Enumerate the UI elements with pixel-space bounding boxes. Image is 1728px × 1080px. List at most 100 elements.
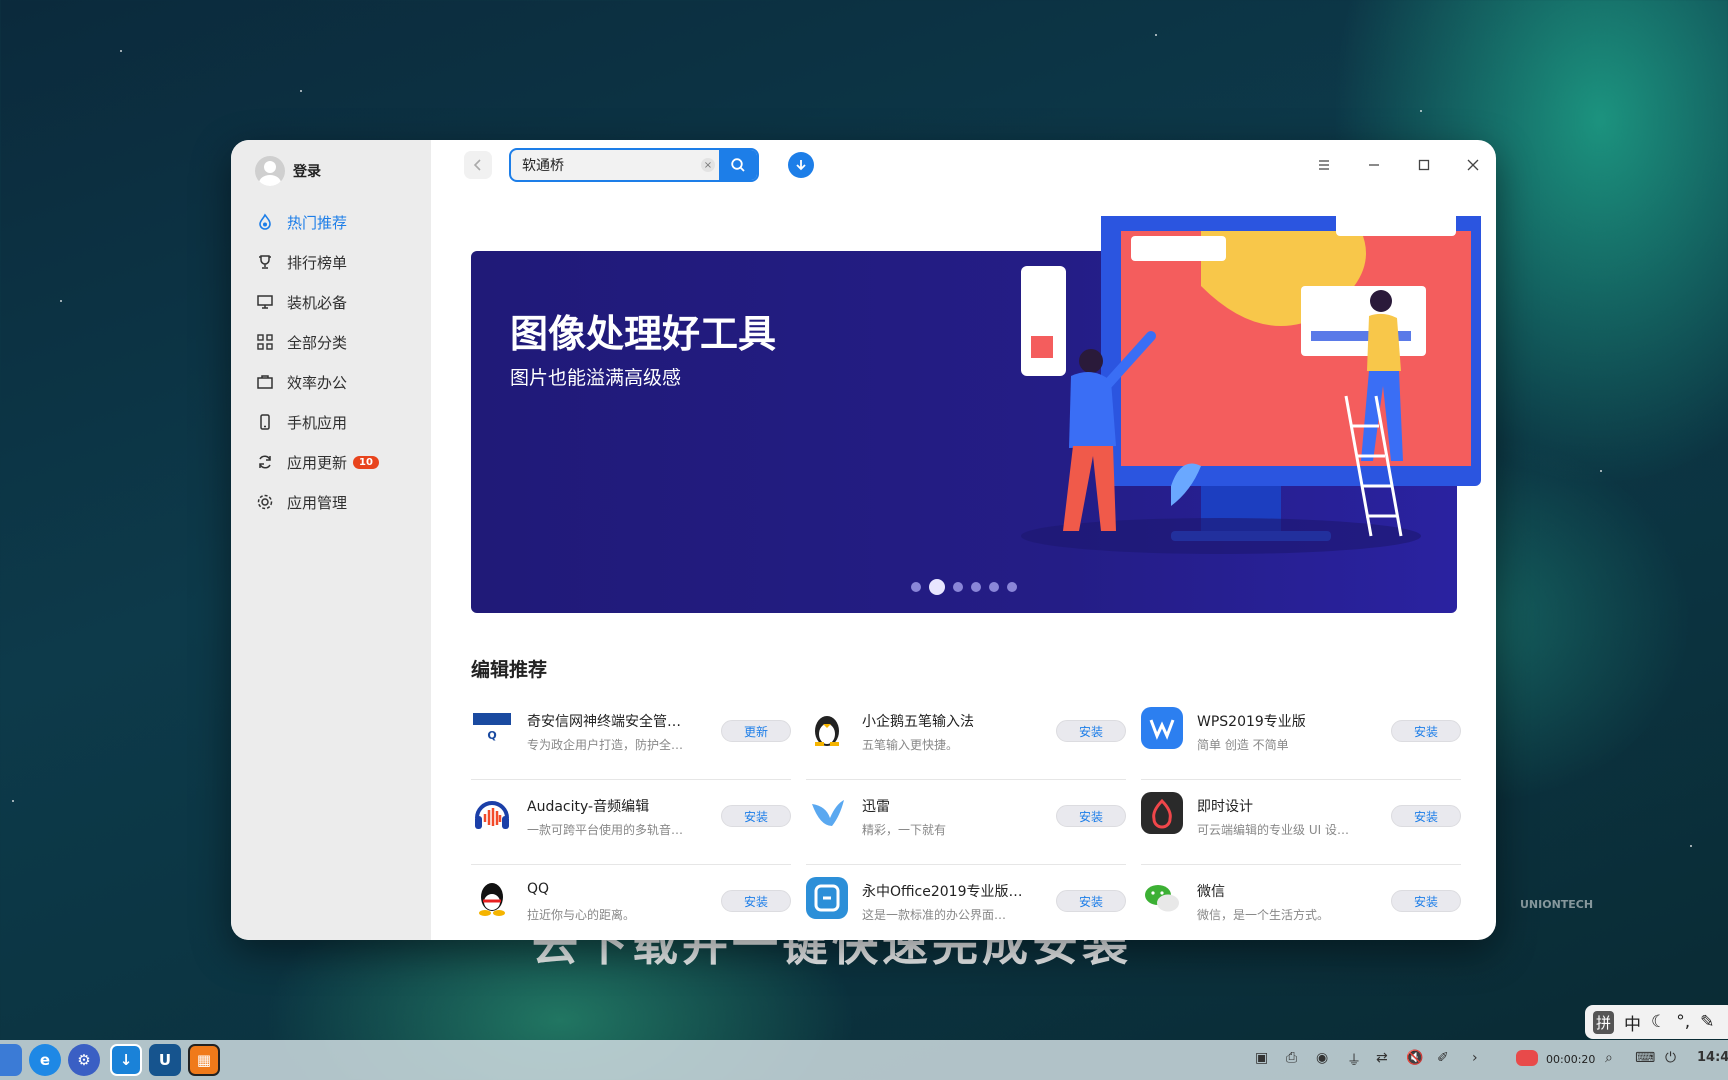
minimize-button[interactable] bbox=[1361, 152, 1387, 178]
install-button[interactable]: 安装 bbox=[1056, 720, 1126, 742]
moon-icon[interactable]: ☾ bbox=[1651, 1012, 1666, 1032]
maximize-button[interactable] bbox=[1411, 152, 1437, 178]
sidebar: 登录 热门推荐 排行榜单 装机必备 全部分类 效率办公 手机应用 应用更新 10… bbox=[231, 140, 431, 940]
app-card[interactable]: Q 奇安信网神终端安全管… 专为政企用户打造，防护全… 更新 bbox=[471, 695, 791, 780]
yozo-office-icon bbox=[806, 877, 848, 919]
monitor-icon bbox=[255, 292, 275, 312]
search-box: × bbox=[509, 148, 759, 182]
ime-pinyin-button[interactable]: 拼 bbox=[1593, 1010, 1615, 1034]
mute-icon[interactable]: 🔇 bbox=[1406, 1050, 1423, 1066]
recording-indicator[interactable] bbox=[1516, 1050, 1538, 1066]
grid-icon bbox=[255, 332, 275, 352]
menu-icon bbox=[1319, 160, 1329, 170]
app-name: WPS2019专业版 bbox=[1197, 714, 1306, 730]
launcher-icon[interactable] bbox=[0, 1044, 22, 1076]
app-desc: 简单 创造 不简单 bbox=[1197, 738, 1289, 752]
power-icon[interactable]: ⏻ bbox=[1665, 1050, 1676, 1066]
app-card[interactable]: 迅雷 精彩，一下就有 安装 bbox=[806, 780, 1126, 865]
settings-icon[interactable]: ⚙ bbox=[68, 1044, 100, 1076]
sidebar-item-categories[interactable]: 全部分类 bbox=[255, 322, 379, 362]
banner-dot[interactable] bbox=[971, 582, 981, 592]
punctuation-icon[interactable]: °, bbox=[1676, 1012, 1690, 1032]
banner-dot[interactable] bbox=[1007, 582, 1017, 592]
sidebar-item-updates[interactable]: 应用更新 10 bbox=[255, 442, 379, 482]
sidebar-item-essentials[interactable]: 装机必备 bbox=[255, 282, 379, 322]
app-desc: 微信，是一个生活方式。 bbox=[1197, 908, 1330, 922]
sidebar-item-label: 全部分类 bbox=[287, 333, 348, 352]
app-name: 奇安信网神终端安全管… bbox=[527, 714, 681, 730]
banner-dot[interactable] bbox=[911, 582, 921, 592]
login-button[interactable]: 登录 bbox=[255, 156, 321, 186]
printer-icon[interactable]: ⎙ bbox=[1286, 1050, 1297, 1066]
app-card[interactable]: Audacity-音频编辑 一款可跨平台使用的多轨音… 安装 bbox=[471, 780, 791, 865]
wps-icon bbox=[1141, 707, 1183, 749]
menu-button[interactable] bbox=[1311, 152, 1337, 178]
app-card[interactable]: 永中Office2019专业版… 这是一款标准的办公界面… 安装 bbox=[806, 865, 1126, 940]
install-button[interactable]: 安装 bbox=[1391, 890, 1461, 912]
app-card[interactable]: 小企鹅五笔输入法 五笔输入更快捷。 安装 bbox=[806, 695, 1126, 780]
sidebar-item-label: 应用管理 bbox=[287, 493, 348, 512]
sidebar-item-office[interactable]: 效率办公 bbox=[255, 362, 379, 402]
install-button[interactable]: 安装 bbox=[721, 890, 791, 912]
banner-title: 图像处理好工具 bbox=[510, 312, 777, 356]
app-desc: 五笔输入更快捷。 bbox=[862, 738, 959, 752]
banner-subtitle: 图片也能溢满高级感 bbox=[510, 367, 682, 389]
briefcase-icon bbox=[255, 372, 275, 392]
clock[interactable]: 14:4 bbox=[1697, 1050, 1728, 1065]
app-card[interactable]: QQ 拉近你与心的距离。 安装 bbox=[471, 865, 791, 940]
trophy-icon bbox=[255, 252, 275, 272]
uos-app-icon[interactable]: U bbox=[149, 1044, 181, 1076]
app-card[interactable]: WPS2019专业版 简单 创造 不简单 安装 bbox=[1141, 695, 1461, 780]
hot-icon bbox=[255, 212, 275, 232]
usb-icon[interactable]: ⏚ bbox=[1347, 1050, 1361, 1070]
app-name: Audacity-音频编辑 bbox=[527, 799, 650, 815]
ime-chinese-toggle[interactable]: 中 bbox=[1624, 1010, 1641, 1035]
search-input[interactable] bbox=[511, 150, 721, 180]
install-button[interactable]: 安装 bbox=[721, 805, 791, 827]
brush-icon[interactable]: ✐ bbox=[1437, 1050, 1449, 1066]
app-desc: 这是一款标准的办公界面… bbox=[862, 908, 1007, 922]
banner-dot-active[interactable] bbox=[929, 579, 945, 595]
promo-banner[interactable]: 图像处理好工具 图片也能溢满高级感 bbox=[471, 216, 1481, 613]
close-button[interactable] bbox=[1460, 152, 1486, 178]
download-manager-button[interactable] bbox=[788, 152, 814, 178]
app-card[interactable]: 微信 微信，是一个生活方式。 安装 bbox=[1141, 865, 1461, 940]
sidebar-item-manage[interactable]: 应用管理 bbox=[255, 482, 379, 522]
refresh-icon bbox=[255, 452, 275, 472]
sidebar-item-hot[interactable]: 热门推荐 bbox=[255, 202, 379, 242]
wechat-icon bbox=[1141, 877, 1183, 919]
jishi-design-icon bbox=[1141, 792, 1183, 834]
app-desc: 拉近你与心的距离。 bbox=[527, 908, 636, 922]
sidebar-item-ranking[interactable]: 排行榜单 bbox=[255, 242, 379, 282]
taskbar: e ⚙ ↓ U ▦ ▣ ⎙ ◉ ⏚ ⇄ 🔇 ✐ › 00:00:20 ⌕ ⌨ ⏻… bbox=[0, 1040, 1728, 1080]
banner-dot[interactable] bbox=[989, 582, 999, 592]
install-button[interactable]: 安装 bbox=[1391, 805, 1461, 827]
transfer-icon[interactable]: ⇄ bbox=[1376, 1050, 1388, 1066]
clear-icon[interactable]: × bbox=[701, 158, 715, 172]
star bbox=[1420, 110, 1422, 112]
svg-text:Q: Q bbox=[487, 729, 496, 742]
sidebar-item-mobile[interactable]: 手机应用 bbox=[255, 402, 379, 442]
package-icon[interactable]: ▦ bbox=[188, 1044, 220, 1076]
app-card[interactable]: 即时设计 可云端编辑的专业级 UI 设… 安装 bbox=[1141, 780, 1461, 865]
chevron-right-icon[interactable]: › bbox=[1472, 1050, 1478, 1066]
back-button[interactable] bbox=[464, 151, 492, 179]
install-button[interactable]: 安装 bbox=[1056, 805, 1126, 827]
search-button[interactable] bbox=[719, 150, 757, 180]
keyboard-icon[interactable]: ⌨ bbox=[1635, 1050, 1655, 1066]
install-button[interactable]: 安装 bbox=[1391, 720, 1461, 742]
penguin-icon bbox=[806, 707, 848, 749]
screenshot-icon[interactable]: ▣ bbox=[1255, 1050, 1268, 1066]
phone-icon bbox=[255, 412, 275, 432]
network-icon[interactable]: ◉ bbox=[1316, 1050, 1328, 1066]
app-store-icon[interactable]: ↓ bbox=[110, 1044, 142, 1076]
banner-dot[interactable] bbox=[953, 582, 963, 592]
update-button[interactable]: 更新 bbox=[721, 720, 791, 742]
audacity-icon bbox=[471, 792, 513, 834]
pen-icon[interactable]: ✎ bbox=[1700, 1012, 1714, 1032]
app-grid: Q 奇安信网神终端安全管… 专为政企用户打造，防护全… 更新 小企鹅五笔输入法 … bbox=[471, 695, 1461, 940]
install-button[interactable]: 安装 bbox=[1056, 890, 1126, 912]
browser-icon[interactable]: e bbox=[29, 1044, 61, 1076]
search-tray-icon[interactable]: ⌕ bbox=[1605, 1050, 1613, 1066]
app-desc: 精彩，一下就有 bbox=[862, 823, 947, 837]
